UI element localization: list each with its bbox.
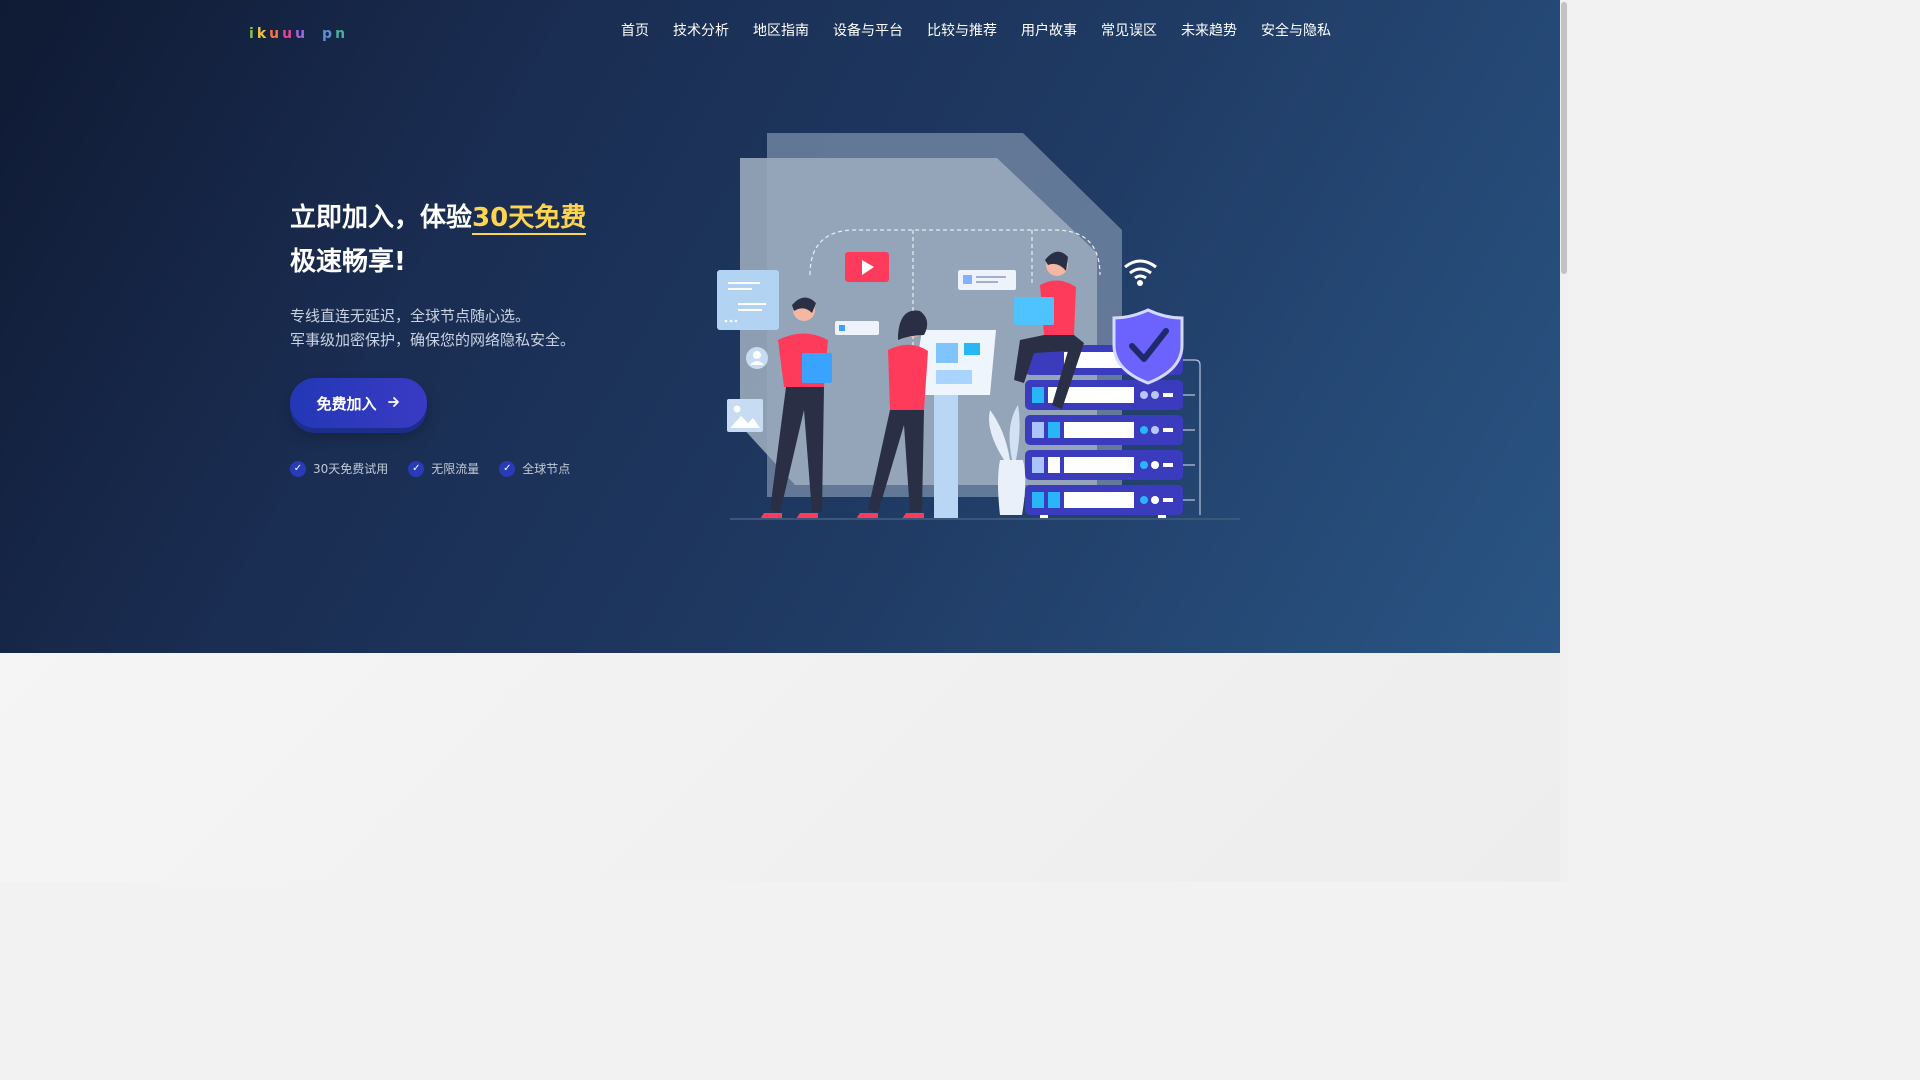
nav-future-trends[interactable]: 未来趋势: [1181, 20, 1237, 42]
hero-illustration: [717, 133, 1240, 520]
logo-letter: u: [282, 26, 293, 42]
free-join-button[interactable]: 免费加入: [290, 378, 427, 428]
scrollbar-thumb[interactable]: [1561, 2, 1567, 274]
logo-letter: p: [322, 26, 333, 42]
server-rack: [1025, 345, 1201, 519]
content-section: [0, 653, 1560, 882]
site-logo[interactable]: ikuuupn: [249, 26, 345, 42]
subtext-line2: 军事级加密保护，确保您的网络隐私安全。: [290, 331, 576, 349]
check-circle-icon: ✓: [408, 461, 425, 477]
logo-letter: u: [295, 26, 306, 42]
logo-letter: u: [269, 26, 280, 42]
feature-item: ✓ 无限流量: [408, 460, 479, 478]
arrow-right-icon: [387, 395, 401, 412]
nav-devices-platforms[interactable]: 设备与平台: [833, 20, 903, 42]
hero-headline: 立即加入，体验30天免费 极速畅享!: [290, 196, 650, 284]
headline-line2: 极速畅享!: [290, 247, 406, 277]
main-nav: 首页 技术分析 地区指南 设备与平台 比较与推荐 用户故事 常见误区 未来趋势 …: [621, 20, 1331, 42]
hero-subtext: 专线直连无延迟，全球节点随心选。 军事级加密保护，确保您的网络隐私安全。: [290, 304, 575, 352]
feature-list: ✓ 30天免费试用 ✓ 无限流量 ✓ 全球节点: [290, 460, 570, 478]
logo-letter: k: [256, 26, 267, 42]
feature-label: 30天免费试用: [313, 462, 389, 476]
logo-letter: n: [335, 26, 346, 42]
subtext-line1: 专线直连无延迟，全球节点随心选。: [290, 307, 531, 325]
wifi-icon: [1124, 259, 1157, 286]
hero-section: ikuuupn 首页 技术分析 地区指南 设备与平台 比较与推荐 用户故事 常见…: [0, 0, 1560, 653]
check-circle-icon: ✓: [499, 461, 516, 477]
nav-home[interactable]: 首页: [621, 20, 649, 42]
check-circle-icon: ✓: [290, 461, 306, 477]
nav-region-guide[interactable]: 地区指南: [753, 20, 809, 42]
feature-label: 全球节点: [522, 462, 571, 476]
nav-tech-analysis[interactable]: 技术分析: [673, 20, 729, 42]
headline-highlight: 30天免费: [472, 203, 587, 235]
nav-security-privacy[interactable]: 安全与隐私: [1261, 20, 1331, 42]
nav-user-stories[interactable]: 用户故事: [1021, 20, 1077, 42]
feature-label: 无限流量: [431, 462, 480, 476]
headline-line1: 立即加入，体验: [290, 203, 473, 233]
feature-item: ✓ 全球节点: [499, 460, 570, 478]
nav-compare-recommend[interactable]: 比较与推荐: [927, 20, 997, 42]
free-join-label: 免费加入: [316, 395, 377, 413]
floor-line: [730, 518, 1240, 520]
feature-item: ✓ 30天免费试用: [290, 460, 388, 478]
logo-letter: i: [249, 26, 254, 42]
nav-common-myths[interactable]: 常见误区: [1101, 20, 1157, 42]
